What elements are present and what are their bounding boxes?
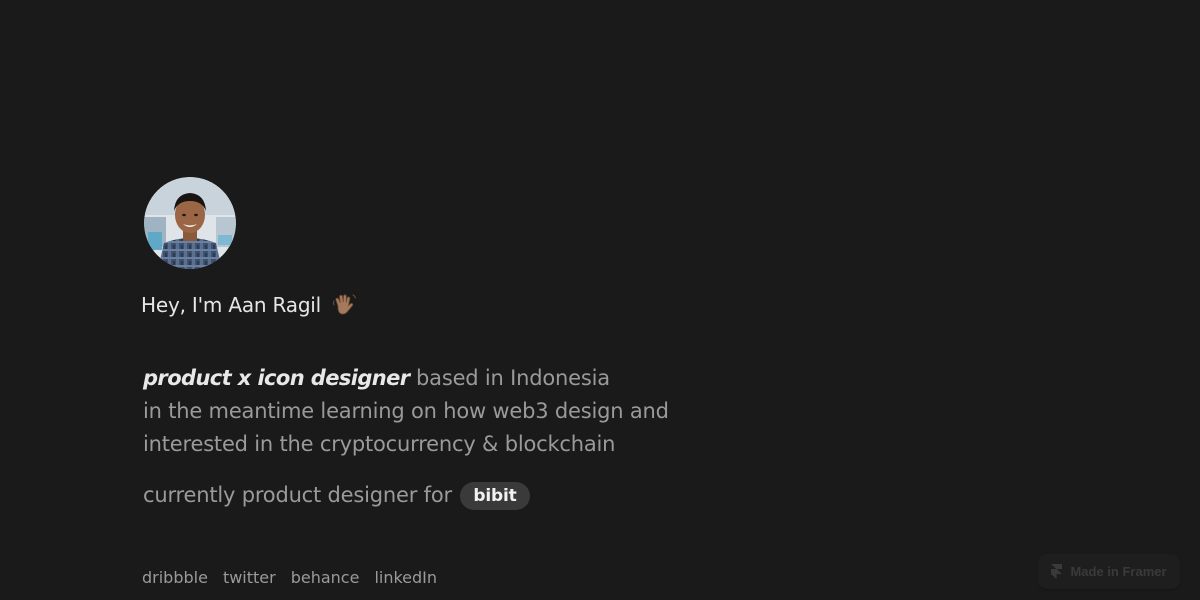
- role-title: product x icon designer: [143, 366, 410, 390]
- current-employment: currently product designer for bibit: [143, 478, 530, 512]
- social-link-linkedin[interactable]: linkedIn: [374, 568, 437, 587]
- social-link-behance[interactable]: behance: [291, 568, 360, 587]
- made-in-framer-badge[interactable]: Made in Framer: [1038, 554, 1180, 589]
- greeting-heading: Hey, I'm Aan Ragil: [141, 293, 357, 320]
- intro-paragraph: product x icon designer based in Indones…: [143, 362, 669, 461]
- intro-line2: in the meantime learning on how web3 des…: [143, 399, 669, 423]
- waving-hand-icon: [333, 293, 357, 314]
- social-links: dribbble twitter behance linkedIn: [142, 568, 452, 587]
- intro-line3: interested in the cryptocurrency & block…: [143, 432, 616, 456]
- framer-logo-icon: [1051, 564, 1063, 579]
- intro-line1-rest: based in Indonesia: [416, 366, 610, 390]
- greeting-text: Hey, I'm Aan Ragil: [141, 293, 322, 317]
- page: Hey, I'm Aan Ragil product x icon design…: [0, 0, 1200, 600]
- framer-badge-label: Made in Framer: [1070, 564, 1167, 579]
- company-badge-link[interactable]: bibit: [460, 482, 530, 510]
- social-link-dribbble[interactable]: dribbble: [142, 568, 208, 587]
- avatar: [144, 177, 236, 269]
- social-link-twitter[interactable]: twitter: [223, 568, 276, 587]
- current-prefix: currently product designer for: [143, 483, 452, 507]
